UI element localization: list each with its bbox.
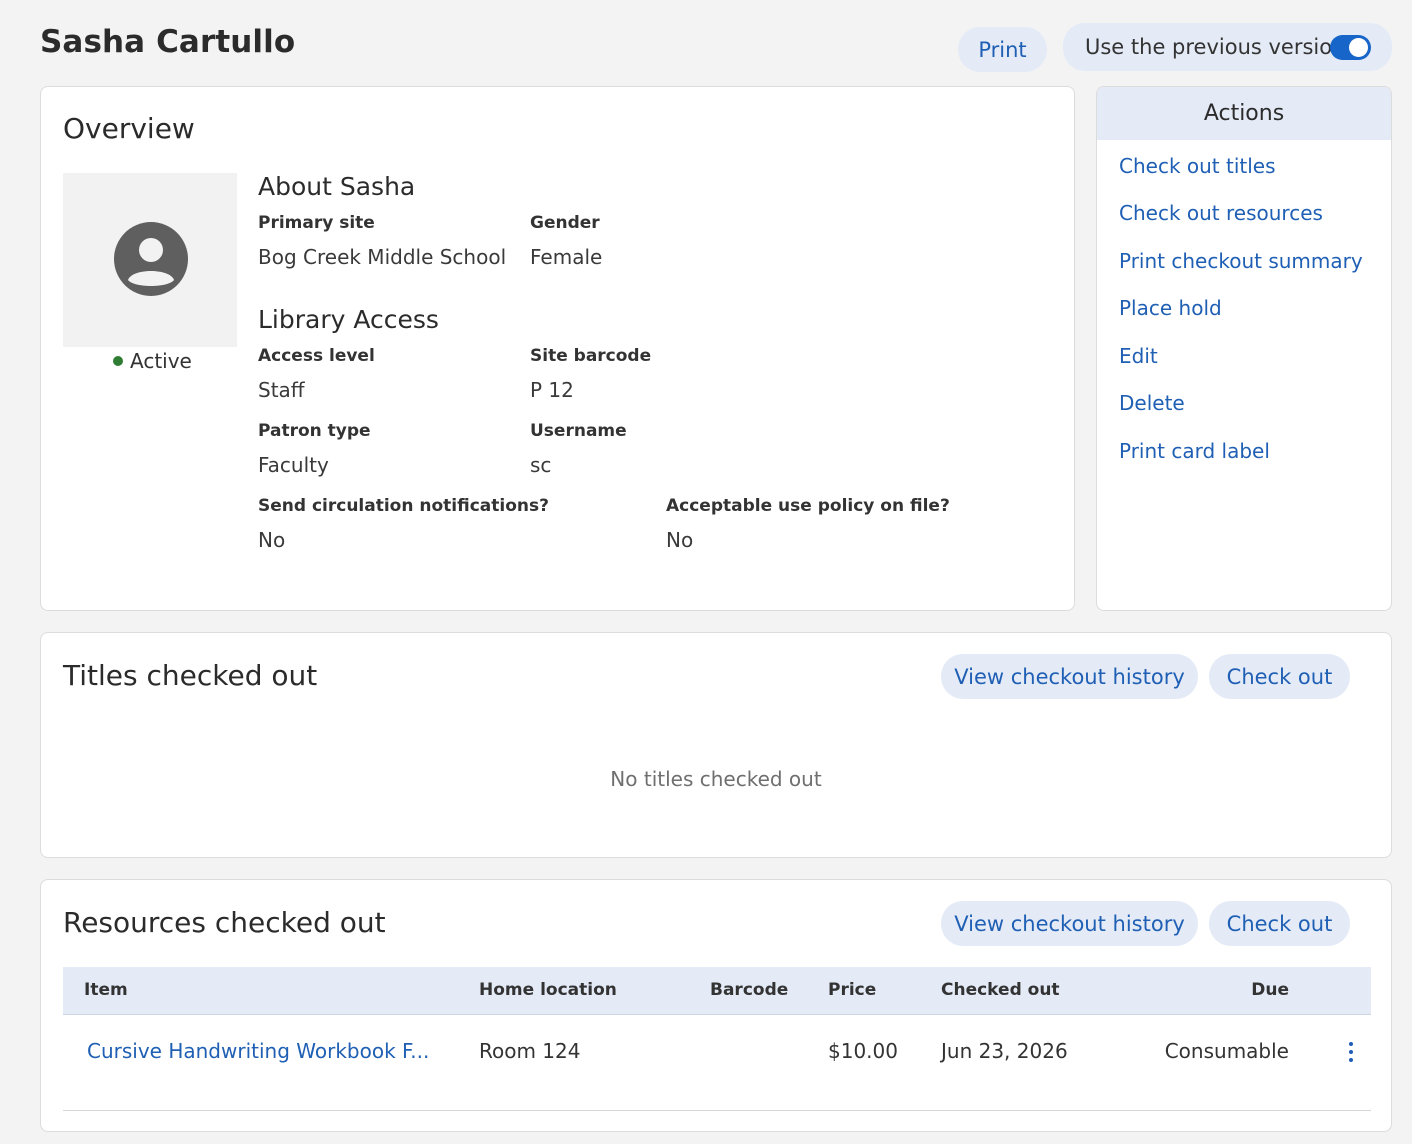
active-dot-icon bbox=[113, 356, 123, 366]
patron-type-label: Patron type bbox=[258, 421, 371, 441]
status-indicator: Active bbox=[113, 349, 192, 373]
table-header: Item Home location Barcode Price Checked… bbox=[63, 967, 1371, 1015]
empty-state-message: No titles checked out bbox=[610, 767, 822, 791]
titles-check-out-button[interactable]: Check out bbox=[1209, 654, 1350, 699]
site-barcode-label: Site barcode bbox=[530, 346, 652, 366]
action-print-checkout-summary[interactable]: Print checkout summary bbox=[1119, 249, 1363, 273]
overview-title: Overview bbox=[63, 112, 195, 145]
titles-view-history-button[interactable]: View checkout history bbox=[941, 654, 1198, 699]
access-level-value: Staff bbox=[258, 378, 305, 402]
column-header-barcode[interactable]: Barcode bbox=[710, 980, 788, 1000]
cell-home-location: Room 124 bbox=[479, 1039, 581, 1063]
resources-check-out-button[interactable]: Check out bbox=[1209, 901, 1350, 946]
resources-view-history-button[interactable]: View checkout history bbox=[941, 901, 1198, 946]
toggle-knob bbox=[1349, 38, 1368, 57]
about-heading: About Sasha bbox=[258, 172, 416, 201]
person-icon bbox=[114, 222, 188, 296]
resources-heading: Resources checked out bbox=[63, 906, 386, 939]
aup-value: No bbox=[666, 528, 694, 552]
action-print-card-label[interactable]: Print card label bbox=[1119, 439, 1270, 463]
library-access-heading: Library Access bbox=[258, 305, 439, 334]
page-title: Sasha Cartullo bbox=[40, 24, 296, 60]
titles-checked-out-card: Titles checked out View checkout history… bbox=[40, 632, 1392, 858]
resources-checked-out-card: Resources checked out View checkout hist… bbox=[40, 879, 1392, 1132]
avatar bbox=[63, 173, 237, 347]
print-button[interactable]: Print bbox=[958, 27, 1047, 72]
notifications-label: Send circulation notifications? bbox=[258, 496, 549, 516]
cell-due: Consumable bbox=[1164, 1039, 1289, 1063]
actions-panel: Actions Check out titles Check out resou… bbox=[1096, 86, 1392, 611]
gender-label: Gender bbox=[530, 213, 600, 233]
patron-type-value: Faculty bbox=[258, 453, 329, 477]
overview-card: Overview Active About Sasha Primary site… bbox=[40, 86, 1075, 611]
cell-checked-out: Jun 23, 2026 bbox=[941, 1039, 1068, 1063]
status-text: Active bbox=[130, 349, 192, 373]
site-barcode-value: P 12 bbox=[530, 378, 574, 402]
primary-site-label: Primary site bbox=[258, 213, 375, 233]
column-header-due[interactable]: Due bbox=[1251, 980, 1289, 1000]
gender-value: Female bbox=[530, 245, 603, 269]
action-check-out-titles[interactable]: Check out titles bbox=[1119, 154, 1276, 178]
access-level-label: Access level bbox=[258, 346, 375, 366]
username-value: sc bbox=[530, 453, 552, 477]
toggle-switch[interactable] bbox=[1330, 35, 1371, 60]
column-header-home-location[interactable]: Home location bbox=[479, 980, 617, 1000]
column-header-price[interactable]: Price bbox=[828, 980, 876, 1000]
action-place-hold[interactable]: Place hold bbox=[1119, 296, 1222, 320]
previous-version-toggle[interactable]: Use the previous version bbox=[1063, 23, 1392, 71]
titles-heading: Titles checked out bbox=[63, 659, 318, 692]
aup-label: Acceptable use policy on file? bbox=[666, 496, 950, 516]
actions-heading: Actions bbox=[1097, 87, 1391, 140]
table-row: Cursive Handwriting Workbook F... Room 1… bbox=[63, 1015, 1371, 1111]
toggle-label: Use the previous version bbox=[1085, 35, 1346, 59]
action-check-out-resources[interactable]: Check out resources bbox=[1119, 201, 1323, 225]
username-label: Username bbox=[530, 421, 627, 441]
action-edit[interactable]: Edit bbox=[1119, 344, 1158, 368]
primary-site-value: Bog Creek Middle School bbox=[258, 245, 507, 269]
column-header-checked-out[interactable]: Checked out bbox=[941, 980, 1060, 1000]
resource-item-link[interactable]: Cursive Handwriting Workbook F... bbox=[87, 1039, 429, 1063]
column-header-item[interactable]: Item bbox=[84, 980, 128, 1000]
more-options-icon[interactable] bbox=[1349, 1042, 1355, 1066]
action-delete[interactable]: Delete bbox=[1119, 391, 1185, 415]
cell-price: $10.00 bbox=[828, 1039, 898, 1063]
notifications-value: No bbox=[258, 528, 286, 552]
